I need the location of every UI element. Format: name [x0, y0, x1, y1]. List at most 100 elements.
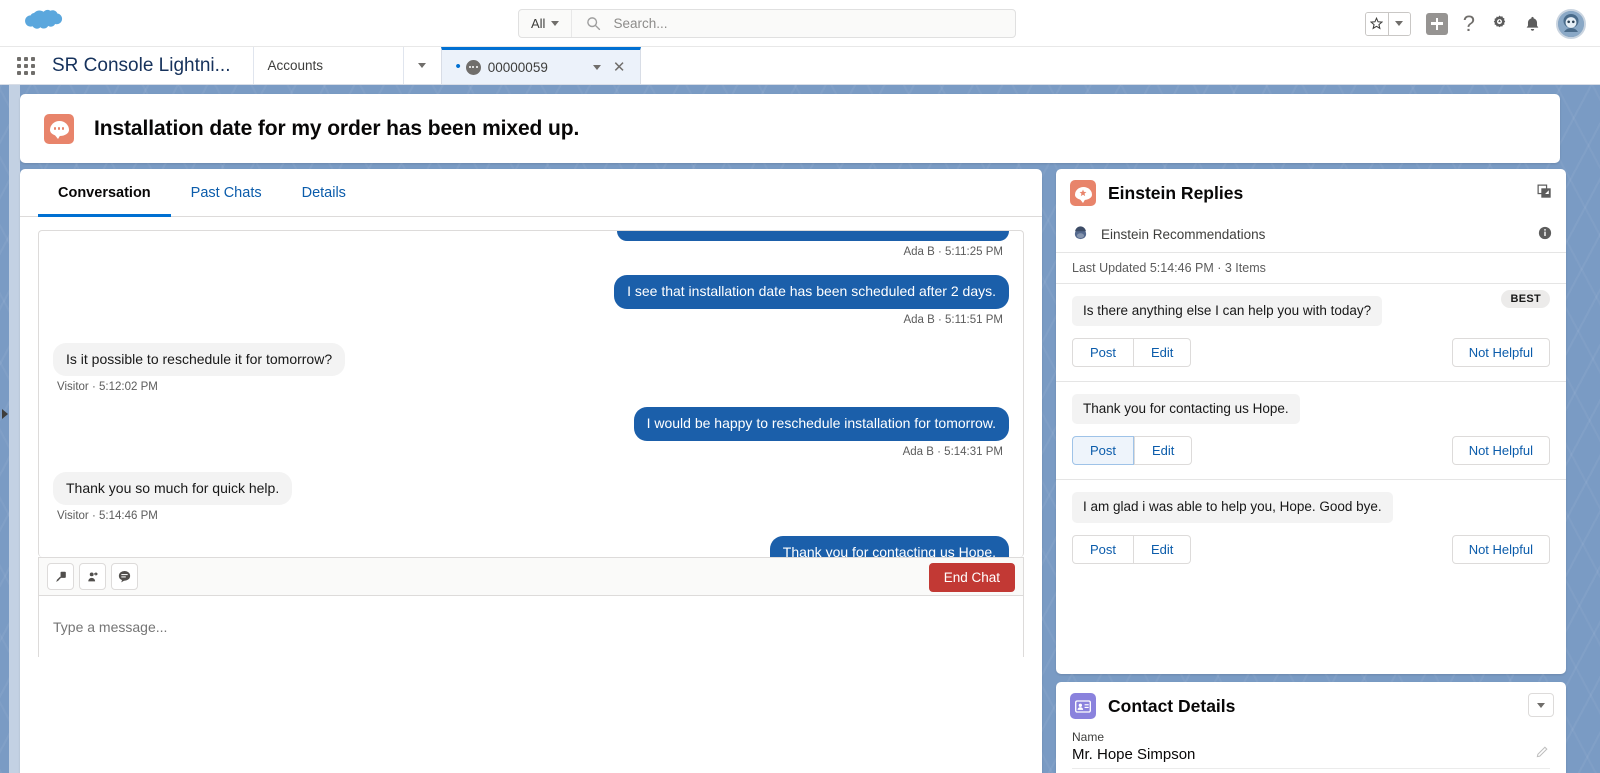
user-avatar[interactable] [1556, 8, 1586, 39]
chat-message-meta: Visitor · 5:14:46 PM [57, 510, 158, 522]
field-label: Name [1072, 730, 1105, 744]
chat-message: Is it possible to reschedule it for tomo… [53, 342, 1009, 393]
highlight-panel: Installation date for my order has been … [20, 94, 1560, 163]
console-tab-label: Accounts [267, 58, 324, 73]
einstein-reply-text: Thank you for contacting us Hope. [1072, 394, 1300, 425]
einstein-source-label: Einstein Recommendations [1101, 227, 1266, 242]
contact-panel-header: Contact Details [1056, 682, 1566, 730]
einstein-last-updated: Last Updated 5:14:46 PM · 3 Items [1056, 253, 1566, 284]
live-chat-icon [44, 113, 74, 144]
panel-title: Contact Details [1108, 695, 1236, 716]
field-value: Mr. Hope Simpson [1072, 746, 1196, 763]
tab-past-chats[interactable]: Past Chats [171, 169, 282, 216]
app-name[interactable]: SR Console Lightni... [52, 47, 253, 84]
chat-icon [465, 59, 481, 75]
console-tab-bar: SR Console Lightni... Accounts • 0000005… [0, 47, 1600, 85]
chat-message: I see that installation date has been sc… [53, 275, 1009, 326]
einstein-reply-text: I am glad i was able to help you, Hope. … [1072, 492, 1393, 523]
chevron-down-icon[interactable] [1528, 693, 1554, 717]
chat-message: I would be happy to reschedule installat… [53, 407, 1009, 458]
pop-out-icon[interactable] [1537, 184, 1552, 204]
conversation-card: Conversation Past Chats Details Ada B · … [20, 169, 1042, 773]
console-tab-accounts[interactable]: Accounts [252, 47, 403, 84]
chat-transcript[interactable]: Ada B · 5:11:25 PM I see that installati… [38, 230, 1024, 557]
chevron-down-icon [551, 21, 560, 26]
chat-bubble-clipped [617, 231, 1009, 241]
einstein-replies-panel: Einstein Replies Einstein Recommendation… [1056, 169, 1566, 674]
global-search[interactable]: All [518, 9, 1016, 38]
contact-field-name: Name Mr. Hope Simpson [1056, 730, 1566, 769]
global-header-actions: ? [1364, 0, 1586, 47]
einstein-reply-card: Thank you for contacting us Hope. Post E… [1056, 382, 1566, 481]
tab-conversation[interactable]: Conversation [38, 169, 171, 217]
einstein-reply-actions: Post Edit Not Helpful [1072, 436, 1550, 466]
contact-details-panel: Contact Details Name Mr. Hope Simpson Ti… [1056, 682, 1566, 773]
close-icon[interactable]: ✕ [613, 60, 626, 75]
favorites-group[interactable] [1364, 11, 1411, 36]
transfer-file-icon[interactable] [47, 563, 74, 590]
edit-button[interactable]: Edit [1134, 436, 1193, 466]
chat-bubble-agent: Thank you for contacting us Hope. [769, 536, 1009, 557]
einstein-head-icon [1072, 225, 1089, 245]
einstein-reply-card: BEST Is there anything else I can help y… [1056, 284, 1566, 383]
search-scope-selector[interactable]: All [519, 10, 573, 37]
chat-scroll-region[interactable]: Ada B · 5:11:25 PM I see that installati… [39, 231, 1023, 557]
console-tab-dropdown-icon[interactable] [592, 64, 601, 70]
page-title: Installation date for my order has been … [94, 116, 580, 140]
not-helpful-button[interactable]: Not Helpful [1451, 534, 1550, 564]
left-rail [9, 85, 20, 773]
not-helpful-button[interactable]: Not Helpful [1451, 338, 1550, 368]
post-button[interactable]: Post [1072, 436, 1135, 466]
chat-bubble-visitor: Is it possible to reschedule it for tomo… [53, 342, 346, 376]
chat-bubble-visitor: Thank you so much for quick help. [53, 471, 293, 505]
notifications-bell-icon[interactable] [1524, 15, 1541, 33]
console-tab-label: 00000059 [487, 59, 548, 75]
console-tab-accounts-dropdown-icon[interactable] [402, 47, 441, 84]
einstein-source-row: Einstein Recommendations [1056, 217, 1566, 253]
quick-text-icon[interactable] [111, 563, 138, 590]
einstein-reply-card: I am glad i was able to help you, Hope. … [1056, 480, 1566, 577]
chat-message-meta: Visitor · 5:12:02 PM [57, 381, 158, 393]
workspace: Installation date for my order has been … [0, 85, 1600, 773]
favorites-star-icon[interactable] [1365, 12, 1388, 35]
chat-bubble-agent: I would be happy to reschedule installat… [633, 407, 1009, 441]
help-icon[interactable]: ? [1463, 12, 1475, 35]
chat-message-meta: Ada B · 5:14:31 PM [902, 445, 1003, 458]
subtab-bar: Conversation Past Chats Details [20, 169, 1042, 217]
post-button[interactable]: Post [1072, 534, 1135, 564]
chat-message-meta: Ada B · 5:11:25 PM [903, 246, 1003, 258]
post-button[interactable]: Post [1072, 338, 1135, 368]
message-input[interactable] [39, 596, 1023, 657]
chat-message-meta: Ada B · 5:11:51 PM [903, 313, 1003, 326]
einstein-reply-actions: Post Edit Not Helpful [1072, 534, 1550, 564]
search-input[interactable] [611, 15, 992, 32]
chat-message: Thank you so much for quick help. Visito… [53, 471, 1009, 522]
not-helpful-button[interactable]: Not Helpful [1451, 436, 1550, 466]
transfer-chat-icon[interactable] [79, 563, 106, 590]
end-chat-button[interactable]: End Chat [928, 563, 1015, 592]
panel-title: Einstein Replies [1108, 182, 1244, 203]
favorites-dropdown-icon[interactable] [1387, 12, 1410, 35]
app-launcher-icon[interactable] [0, 47, 52, 84]
einstein-icon [1070, 180, 1096, 206]
setup-gear-icon[interactable] [1490, 14, 1509, 33]
global-actions-plus-icon[interactable] [1425, 12, 1448, 35]
info-icon[interactable] [1538, 226, 1552, 245]
contact-card-icon [1070, 693, 1096, 719]
chat-message: Ada B · 5:11:25 PM [53, 231, 1009, 258]
edit-button[interactable]: Edit [1134, 338, 1192, 368]
chat-bubble-agent: I see that installation date has been sc… [614, 275, 1009, 309]
einstein-panel-header: Einstein Replies [1056, 169, 1566, 217]
edit-pencil-icon[interactable] [1536, 745, 1548, 763]
message-composer: End Chat [38, 557, 1024, 657]
salesforce-cloud-logo[interactable] [16, 6, 64, 40]
tab-details[interactable]: Details [282, 169, 366, 216]
status-badge: BEST [1501, 290, 1550, 308]
sidebar-collapse-toggle[interactable] [0, 401, 9, 427]
einstein-reply-actions: Post Edit Not Helpful [1072, 338, 1550, 368]
einstein-reply-text: Is there anything else I can help you wi… [1072, 296, 1383, 327]
chat-message: Thank you for contacting us Hope. Ada B … [53, 536, 1009, 557]
search-scope-label: All [531, 16, 546, 31]
edit-button[interactable]: Edit [1134, 534, 1192, 564]
console-tab-00000059[interactable]: • 00000059 ✕ [440, 47, 641, 84]
